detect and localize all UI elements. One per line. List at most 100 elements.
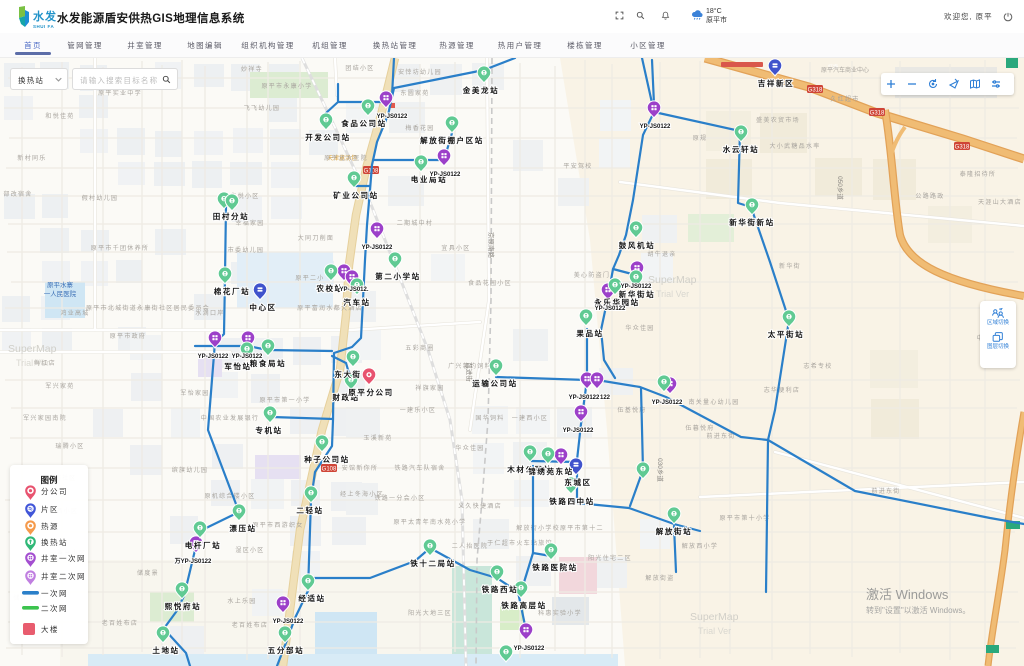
svg-text:伍暮悦府: 伍暮悦府: [685, 424, 714, 432]
svg-text:锦绣苑东站: 锦绣苑东站: [528, 466, 574, 476]
svg-text:储度景: 储度景: [137, 569, 159, 577]
svg-text:030乡道: 030乡道: [656, 458, 665, 482]
svg-text:YP-JS0122: YP-JS0122: [563, 428, 594, 434]
svg-text:新华街新站: 新华街新站: [729, 217, 775, 227]
svg-text:老百姓布店: 老百姓布店: [102, 619, 139, 627]
svg-text:YP-JS0122: YP-JS0122: [198, 354, 229, 360]
svg-text:YP-JS0122: YP-JS0122: [595, 306, 626, 312]
svg-text:湿区小区: 湿区小区: [235, 546, 264, 554]
svg-text:老百姓布店: 老百姓布店: [232, 621, 269, 629]
svg-text:一人民医院: 一人民医院: [44, 289, 77, 298]
svg-text:G318: G318: [870, 110, 885, 116]
svg-text:假村幼儿园: 假村幼儿园: [82, 194, 119, 202]
svg-text:SuperMap: SuperMap: [8, 343, 57, 355]
svg-text:汽车站: 汽车站: [343, 297, 370, 307]
svg-text:铁路西站: 铁路西站: [482, 584, 518, 594]
svg-text:义久快捷酒店: 义久快捷酒店: [458, 502, 502, 510]
svg-text:久红超市: 久红超市: [830, 95, 859, 103]
svg-text:二人抬医院: 二人抬医院: [452, 542, 489, 550]
svg-text:前进东街: 前进东街: [871, 487, 900, 495]
svg-text:YP-JS0122: YP-JS0122: [652, 400, 683, 406]
svg-text:志华便利店: 志华便利店: [764, 386, 801, 394]
svg-text:果品站: 果品站: [576, 328, 603, 338]
svg-text:专机站: 专机站: [255, 425, 282, 435]
svg-text:SuperMap: SuperMap: [690, 611, 739, 623]
svg-text:妙祥寺: 妙祥寺: [241, 65, 263, 73]
svg-text:泰隆招待所: 泰隆招待所: [960, 170, 997, 178]
svg-text:熙悦府站: 熙悦府站: [165, 601, 201, 611]
svg-text:瑞腾小区: 瑞腾小区: [55, 442, 84, 450]
svg-text:解放街站: 解放街站: [656, 526, 692, 536]
svg-text:原平二小: 原平二小: [295, 274, 324, 282]
svg-text:解放街小学校原平市第十二: 解放街小学校原平市第十二: [516, 524, 604, 532]
svg-text:运输公司站: 运输公司站: [472, 378, 518, 388]
svg-text:YP-JS0122: YP-JS0122: [273, 619, 304, 625]
svg-text:YP-JS0122: YP-JS0122: [377, 114, 408, 120]
svg-text:缤旗幼儿园: 缤旗幼儿园: [172, 466, 209, 474]
svg-text:YP-JS0122: YP-JS0122: [362, 245, 393, 251]
svg-text:军怡站: 军怡站: [224, 361, 251, 371]
svg-text:新华街: 新华街: [779, 262, 801, 270]
svg-text:京原南路: 京原南路: [487, 232, 496, 259]
svg-text:漂压站: 漂压站: [229, 523, 256, 533]
svg-text:东城区: 东城区: [564, 477, 591, 487]
svg-text:铁路高层站: 铁路高层站: [501, 600, 547, 610]
svg-text:万YP-JS0122: 万YP-JS0122: [174, 558, 212, 565]
svg-text:122: 122: [600, 395, 611, 401]
svg-text:一建西小区: 一建西小区: [512, 414, 549, 422]
svg-text:部改宿舍: 部改宿舍: [3, 190, 32, 198]
svg-text:YP-JS0122: YP-JS0122: [430, 172, 461, 178]
svg-text:吉祥新区: 吉祥新区: [758, 78, 794, 88]
svg-text:军兴家园南院: 军兴家园南院: [23, 414, 67, 422]
svg-text:鲜红店: 鲜红店: [34, 359, 56, 367]
svg-text:太平街站: 太平街站: [768, 329, 804, 339]
svg-text:市委幼儿园: 市委幼儿园: [228, 246, 265, 254]
svg-text:原平市第十小学: 原平市第十小学: [719, 514, 770, 522]
svg-text:原平市永康小学: 原平市永康小学: [261, 82, 312, 90]
svg-text:阳光大地三区: 阳光大地三区: [408, 609, 452, 617]
svg-text:铁路四中站: 铁路四中站: [549, 496, 595, 506]
svg-text:南关量心幼儿园: 南关量心幼儿园: [688, 398, 739, 406]
svg-text:YP-JS0122: YP-JS0122: [640, 124, 671, 130]
svg-text:盛美农贸市场: 盛美农贸市场: [756, 116, 800, 124]
svg-text:解放街盗: 解放街盗: [645, 574, 674, 582]
svg-text:G318: G318: [808, 87, 823, 93]
svg-text:原平汽车商业中心: 原平汽车商业中心: [821, 66, 869, 74]
svg-text:中心区: 中心区: [249, 302, 276, 312]
svg-text:军兴家苑: 军兴家苑: [45, 382, 74, 390]
svg-text:食品花园小区: 食品花园小区: [468, 279, 512, 287]
svg-text:铁路汽车队宿舍: 铁路汽车队宿舍: [394, 464, 445, 472]
svg-text:原平市北城街道永康街社区居民委员会: 原平市北城街道永康街社区居民委员会: [86, 304, 210, 312]
svg-text:原平市第一小学: 原平市第一小学: [259, 396, 310, 404]
svg-text:经适站: 经适站: [298, 593, 325, 603]
svg-text:大小武糖品水率: 大小武糖品水率: [769, 142, 820, 150]
svg-text:华众佳园: 华众佳园: [455, 444, 484, 452]
svg-text:原平水寨: 原平水寨: [47, 280, 74, 289]
svg-text:美心防盗门: 美心防盗门: [574, 271, 611, 279]
svg-text:G108: G108: [322, 466, 337, 472]
svg-text:原规: 原规: [693, 134, 708, 142]
svg-text:原平分公司: 原平分公司: [348, 387, 394, 397]
svg-text:水上乐园: 水上乐园: [227, 597, 256, 605]
svg-text:解放西小学: 解放西小学: [682, 542, 719, 550]
svg-text:五彩商圈: 五彩商圈: [405, 344, 434, 352]
svg-text:原平市政府: 原平市政府: [110, 332, 147, 340]
svg-text:土地站: 土地站: [152, 645, 179, 655]
svg-text:Trial Ver: Trial Ver: [656, 289, 689, 299]
svg-text:军怡家园: 军怡家园: [180, 389, 209, 397]
svg-text:安悻坊幼儿园: 安悻坊幼儿园: [398, 68, 442, 76]
svg-text:050乡道: 050乡道: [836, 176, 845, 200]
svg-text:国华饲料: 国华饲料: [475, 414, 504, 422]
svg-text:大同刀削面: 大同刀削面: [298, 234, 335, 242]
svg-text:经上冬海小区: 经上冬海小区: [340, 490, 384, 498]
svg-text:原机综合楼小区: 原机综合楼小区: [204, 492, 255, 500]
svg-text:铁十二局站: 铁十二局站: [410, 558, 456, 568]
svg-text:于仁超市火车站旅馆: 于仁超市火车站旅馆: [487, 539, 553, 547]
svg-text:胡牛退亲: 胡牛退亲: [647, 250, 676, 258]
svg-text:原平北大医院: 原平北大医院: [324, 154, 368, 162]
svg-text:团结小区: 团结小区: [345, 64, 374, 72]
svg-text:鼓风机站: 鼓风机站: [619, 240, 655, 250]
svg-text:田村分站: 田村分站: [213, 211, 249, 221]
svg-text:二期城中村: 二期城中村: [397, 219, 434, 227]
svg-text:YP-JS0122: YP-JS0122: [232, 354, 263, 360]
